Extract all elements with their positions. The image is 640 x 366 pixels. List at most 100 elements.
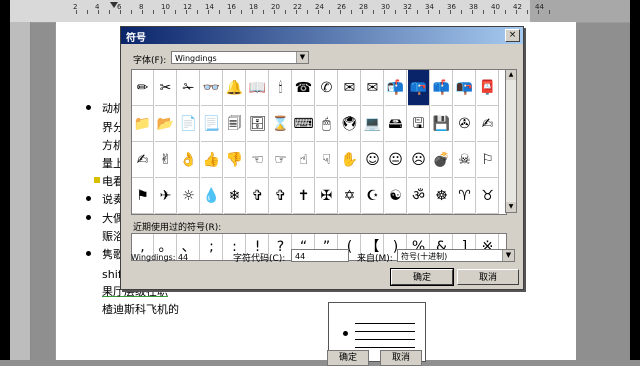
symbol-cell[interactable]: ✋ [339,142,361,178]
document-line[interactable]: 楂迪斯科飞机的 [102,301,179,317]
symbol-cell[interactable]: ☎ [293,70,315,106]
recent-symbol-cell[interactable]: ; [201,234,223,260]
ruler-tick [395,10,396,14]
symbol-cell[interactable]: ✂ [155,70,177,106]
symbol-cell[interactable]: ♉ [477,178,499,214]
ruler-tick [307,10,308,14]
symbol-cell[interactable]: 🔔 [224,70,246,106]
symbol-font-info: Wingdings: 44 [131,253,189,262]
symbol-grid[interactable]: ✏ ✂ ✁ 👓 🔔 📖 🕯 ☎ ✆ ✉ ✉ 📬 📪 📫 📭 📮 📁 📂 📄 📃 🗐 🗄 ⌛ ⌨ 🖱 🖲 💻 🖴 🖫 💾 ✇ ✍ ✍ ✌ 👌 👍 👎 ☜ ☞ ☝… [131,69,507,215]
scroll-down-icon[interactable]: ▼ [506,202,516,212]
symbol-grid-scrollbar[interactable]: ▲ ▼ [505,69,517,213]
ruler-tick [417,10,418,14]
from-select[interactable]: 符号(十进制) ▼ [397,249,515,262]
chevron-down-icon[interactable]: ▼ [296,52,308,63]
symbol-cell[interactable]: 🗐 [224,106,246,142]
symbol-cell[interactable]: ☯ [385,178,407,214]
symbol-cell[interactable]: ✉ [339,70,361,106]
symbol-cell[interactable]: ☸ [431,178,453,214]
symbol-cell[interactable]: ☹ [408,142,430,178]
symbol-cell[interactable]: ✁ [178,70,200,106]
symbol-cell[interactable]: ॐ [408,178,430,214]
ruler-tick [384,10,385,14]
symbol-cell[interactable]: ✉ [362,70,384,106]
ruler-number: 24 [315,3,324,11]
symbol-cell[interactable]: 🖲 [339,106,361,142]
symbol-cell[interactable]: ✈ [155,178,177,214]
ruler-tick [153,10,154,14]
comment-mark[interactable] [94,177,100,183]
font-select[interactable]: Wingdings ▼ [171,51,309,64]
symbol-cell[interactable]: 📂 [155,106,177,142]
ruler-number: 26 [337,3,346,11]
symbol-cell[interactable]: ✍ [132,142,154,178]
symbol-cell[interactable]: ☜ [247,142,269,178]
symbol-cell[interactable]: 💣 [431,142,453,178]
symbol-cell[interactable]: ✆ [316,70,338,106]
symbol-cell[interactable]: 📬 [385,70,407,106]
ok-button[interactable]: 确定 [390,268,454,286]
ruler-tick [109,10,110,14]
cancel-button[interactable]: 取消 [457,269,519,285]
symbol-cell[interactable]: 📫 [431,70,453,106]
symbol-cell[interactable]: ☞ [270,142,292,178]
char-code-input[interactable]: 44 [291,249,349,262]
bullet-dot [86,215,91,220]
symbol-cell[interactable]: ✞ [247,178,269,214]
symbol-cell[interactable]: 💧 [201,178,223,214]
ruler-tick [120,10,121,14]
symbol-cell[interactable]: 💻 [362,106,384,142]
symbol-cell[interactable]: 📃 [201,106,223,142]
symbol-cell[interactable]: 🗄 [247,106,269,142]
scroll-up-icon[interactable]: ▲ [506,70,516,80]
symbol-cell[interactable]: ✌ [155,142,177,178]
symbol-cell[interactable]: 👓 [201,70,223,106]
symbol-cell[interactable]: 💾 [431,106,453,142]
symbol-cell[interactable]: ☝ [293,142,315,178]
symbol-cell[interactable]: 🖫 [408,106,430,142]
dialog-titlebar[interactable]: 符号 × [121,27,523,44]
symbol-cell[interactable]: ☼ [178,178,200,214]
ruler-tick [373,10,374,14]
symbol-cell[interactable]: ✠ [316,178,338,214]
horizontal-ruler[interactable]: 2 4 6 8 10 12 14 16 18 20 22 24 26 28 30 32 34 36 38 40 42 44 [10,0,630,23]
symbol-cell[interactable]: 📮 [477,70,499,106]
symbol-cell[interactable]: 📖 [247,70,269,106]
doc-cancel-button[interactable]: 取消 [380,350,422,366]
symbol-cell[interactable]: 🖴 [385,106,407,142]
symbol-cell[interactable]: ✞ [270,178,292,214]
symbol-cell[interactable]: 😐 [385,142,407,178]
symbol-cell[interactable]: ✝ [293,178,315,214]
symbol-cell[interactable]: ⚐ [477,142,499,178]
vertical-ruler [10,22,31,360]
symbol-cell[interactable]: 📪 [408,70,430,106]
chevron-down-icon[interactable]: ▼ [502,250,514,261]
symbol-cell[interactable]: ☠ [454,142,476,178]
from-select-value: 符号(十进制) [401,252,448,261]
symbol-cell[interactable]: 👍 [201,142,223,178]
symbol-cell[interactable]: ✍ [477,106,499,142]
symbol-cell[interactable]: ✡ [339,178,361,214]
symbol-cell[interactable]: ♈ [454,178,476,214]
symbol-cell[interactable]: 👎 [224,142,246,178]
symbol-cell[interactable]: ☪ [362,178,384,214]
close-button[interactable]: × [505,29,520,42]
symbol-cell[interactable]: ⚑ [132,178,154,214]
symbol-cell[interactable]: 👌 [178,142,200,178]
symbol-cell[interactable]: ☺ [362,142,384,178]
symbol-cell[interactable]: 🖱 [316,106,338,142]
doc-ok-button[interactable]: 确定 [327,350,369,366]
symbol-cell[interactable]: ⌛ [270,106,292,142]
ruler-tick [483,10,484,14]
symbol-cell[interactable]: ✇ [454,106,476,142]
symbol-cell[interactable]: ⌨ [293,106,315,142]
ruler-tick [285,10,286,14]
symbol-cell[interactable]: ☟ [316,142,338,178]
symbol-cell[interactable]: ❄ [224,178,246,214]
symbol-cell[interactable]: 📁 [132,106,154,142]
symbol-cell[interactable]: 📭 [454,70,476,106]
symbol-cell[interactable]: 🕯 [270,70,292,106]
symbol-cell[interactable]: ✏ [132,70,154,106]
symbol-cell[interactable]: 📄 [178,106,200,142]
ruler-right-margin [530,0,630,22]
